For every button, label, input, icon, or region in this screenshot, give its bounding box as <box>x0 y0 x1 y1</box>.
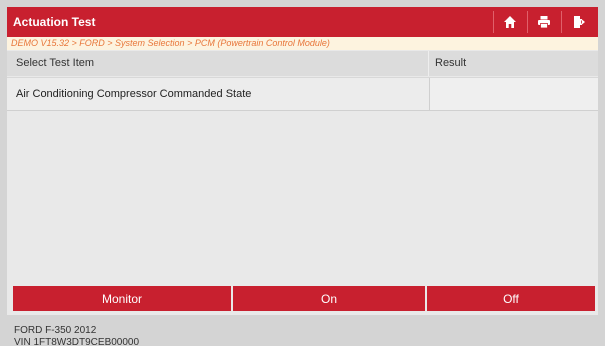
home-button[interactable] <box>493 7 527 37</box>
print-button[interactable] <box>527 7 561 37</box>
table-empty-area <box>7 111 598 281</box>
breadcrumb: DEMO V15.32 > FORD > System Selection > … <box>7 37 598 50</box>
column-divider <box>428 51 429 76</box>
action-bar: Monitor On Off <box>7 281 598 313</box>
print-icon <box>537 15 551 29</box>
result-cell <box>429 78 598 110</box>
exit-button[interactable] <box>562 7 596 37</box>
table-header: Select Test Item Result <box>7 51 598 76</box>
monitor-button[interactable]: Monitor <box>13 286 231 311</box>
table-row[interactable]: Air Conditioning Compressor Commanded St… <box>7 77 598 111</box>
page-title: Actuation Test <box>13 15 96 29</box>
home-icon <box>503 15 517 29</box>
off-button[interactable]: Off <box>427 286 595 311</box>
vehicle-model: FORD F-350 2012 <box>14 325 97 336</box>
exit-icon <box>572 15 586 29</box>
column-header-result: Result <box>435 57 467 69</box>
column-header-test-item: Select Test Item <box>16 57 95 69</box>
app-window: Actuation Test DEMO V15.32 > FORD > Syst… <box>7 7 598 346</box>
title-bar: Actuation Test <box>7 7 598 37</box>
test-item-label: Air Conditioning Compressor Commanded St… <box>16 88 252 100</box>
vehicle-info-footer: FORD F-350 2012 VIN 1FT8W3DT9CEB00000 <box>7 315 598 346</box>
vehicle-vin: VIN 1FT8W3DT9CEB00000 <box>14 337 140 346</box>
on-button[interactable]: On <box>233 286 425 311</box>
